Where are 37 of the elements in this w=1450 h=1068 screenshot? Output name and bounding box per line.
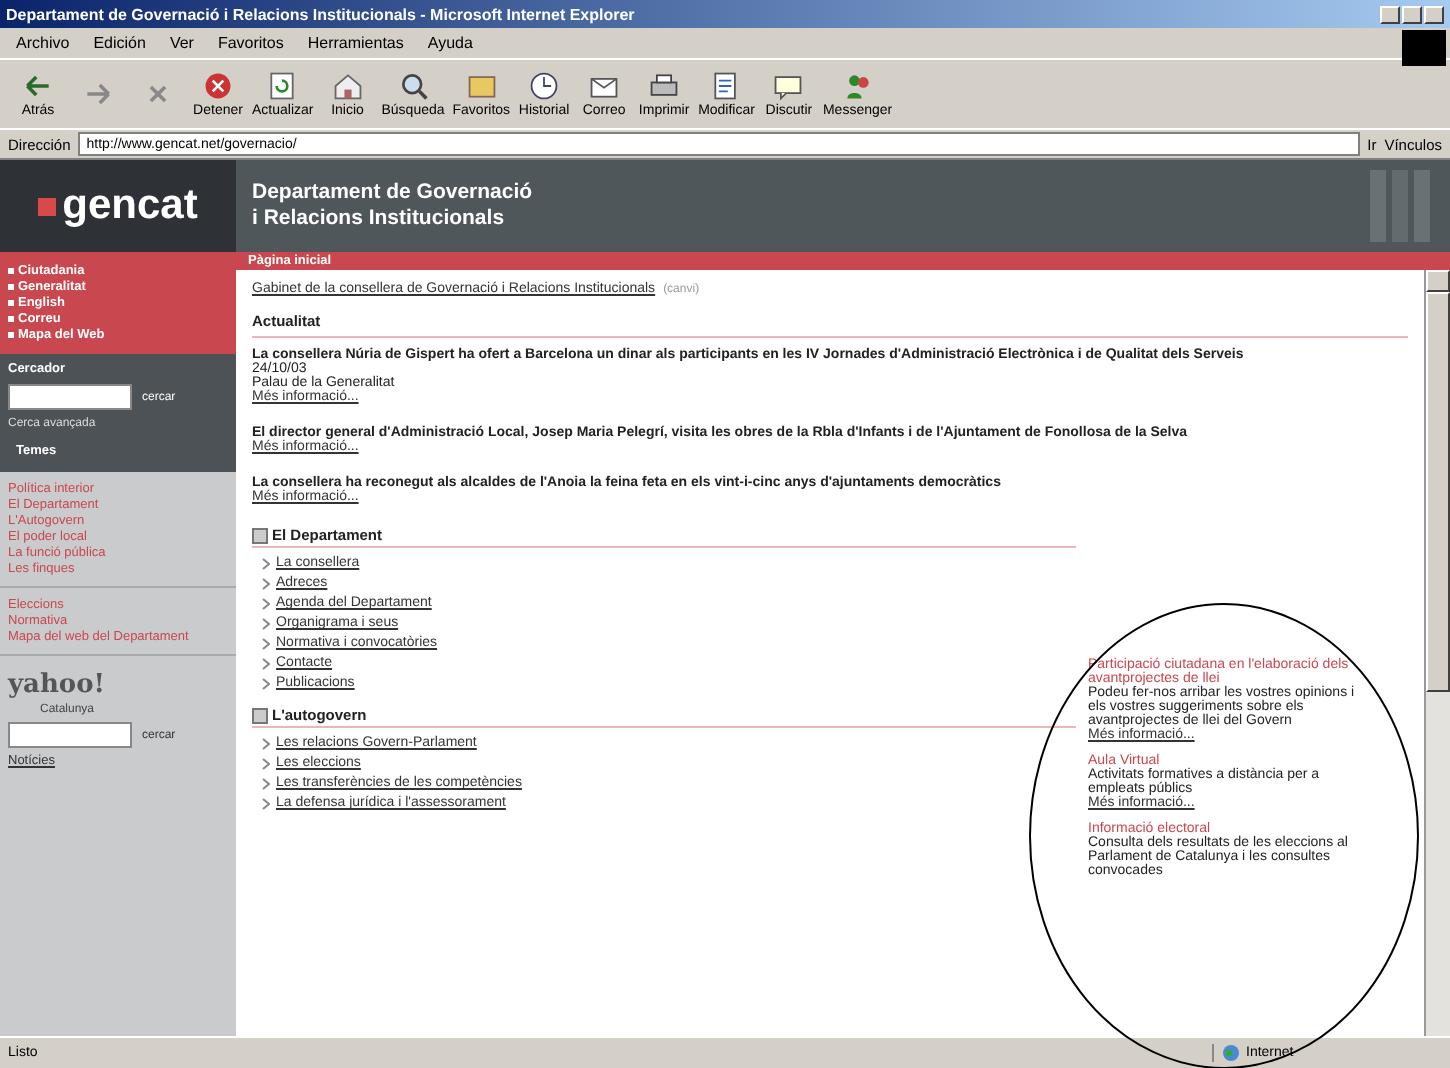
maximize-button[interactable] — [1402, 5, 1422, 23]
search-field[interactable] — [8, 384, 132, 410]
printer-icon — [648, 70, 681, 102]
refresh-icon — [266, 70, 299, 102]
back-arrow-icon — [22, 70, 54, 102]
browser-logo — [1402, 30, 1446, 66]
menu-item[interactable]: Favoritos — [217, 34, 284, 52]
menu-item[interactable]: Ayuda — [427, 34, 473, 52]
speech-bubble-icon — [772, 70, 805, 102]
minimize-button[interactable] — [1380, 5, 1400, 23]
stop-icon — [202, 70, 234, 102]
search-icon — [397, 70, 429, 102]
page-icon — [252, 527, 268, 543]
column-drawing — [1366, 166, 1434, 246]
menu-item[interactable]: Ver — [169, 34, 194, 52]
menu-item[interactable]: Archivo — [16, 34, 70, 52]
home-icon — [331, 70, 364, 102]
bullet-icon — [8, 332, 14, 338]
bullet-icon — [8, 284, 14, 290]
site-title: Departament de Governació — [252, 180, 535, 206]
bullet-icon — [8, 316, 14, 322]
menu-item[interactable]: Herramientas — [307, 34, 404, 52]
site-logo[interactable]: gencat — [0, 160, 236, 252]
clock-icon — [528, 70, 561, 102]
yahoo-logo[interactable]: yahoo! — [8, 672, 228, 698]
close-button[interactable] — [1424, 5, 1444, 23]
menu-item[interactable]: Edición — [93, 34, 146, 52]
forward-arrow-icon — [82, 78, 114, 110]
site-title: i Relacions Institucionals — [252, 206, 507, 232]
folder-icon — [465, 70, 498, 102]
yahoo-search-field[interactable] — [8, 722, 132, 748]
scrollbar[interactable] — [1424, 270, 1450, 1036]
page-icon — [252, 707, 268, 723]
bullet-icon — [8, 268, 14, 274]
globe-icon — [1222, 1044, 1240, 1062]
bullet-icon — [8, 300, 14, 306]
window-title: Departament de Governació i Relacions Institucionals - Microsoft Internet Explorer — [6, 5, 637, 23]
